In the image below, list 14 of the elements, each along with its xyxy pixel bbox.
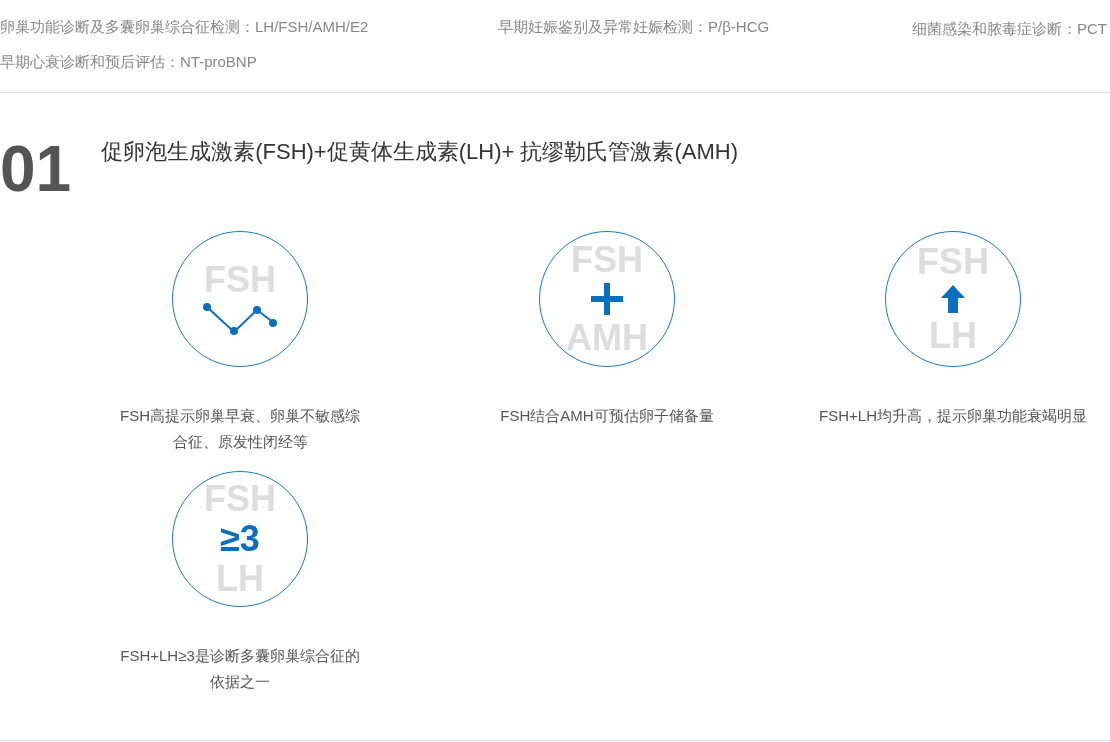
category-link[interactable]: 早期妊娠鉴别及异常妊娠检测：P/β-HCG	[498, 18, 898, 39]
card-caption: FSH+LH≥3是诊断多囊卵巢综合征的依据之一	[119, 646, 361, 692]
category-link[interactable]: 早期心衰诊断和预后评估：NT-proBNP	[0, 53, 498, 72]
up-arrow-icon	[941, 285, 965, 313]
card-caption: FSH高提示卵巢早衰、卵巢不敏感综合征、原发性闭经等	[119, 406, 361, 452]
line-trend-icon	[203, 303, 277, 336]
plus-icon	[591, 283, 623, 315]
section-title: 促卵泡生成激素(FSH)+促黄体生成素(LH)+ 抗缪勒氏管激素(AMH)	[101, 138, 738, 166]
card-caption: FSH结合AMH可预估卵子储备量	[499, 406, 715, 426]
category-link[interactable]: 细菌感染和脓毒症诊断：PCT	[912, 20, 1107, 39]
ratio-label: ≥3	[220, 521, 260, 557]
card-caption: FSH+LH均升高，提示卵巢功能衰竭明显	[818, 406, 1088, 426]
section-number: 01	[0, 137, 72, 201]
category-link[interactable]: 卵巢功能诊断及多囊卵巢综合征检测：LH/FSH/AMH/E2	[0, 18, 498, 39]
